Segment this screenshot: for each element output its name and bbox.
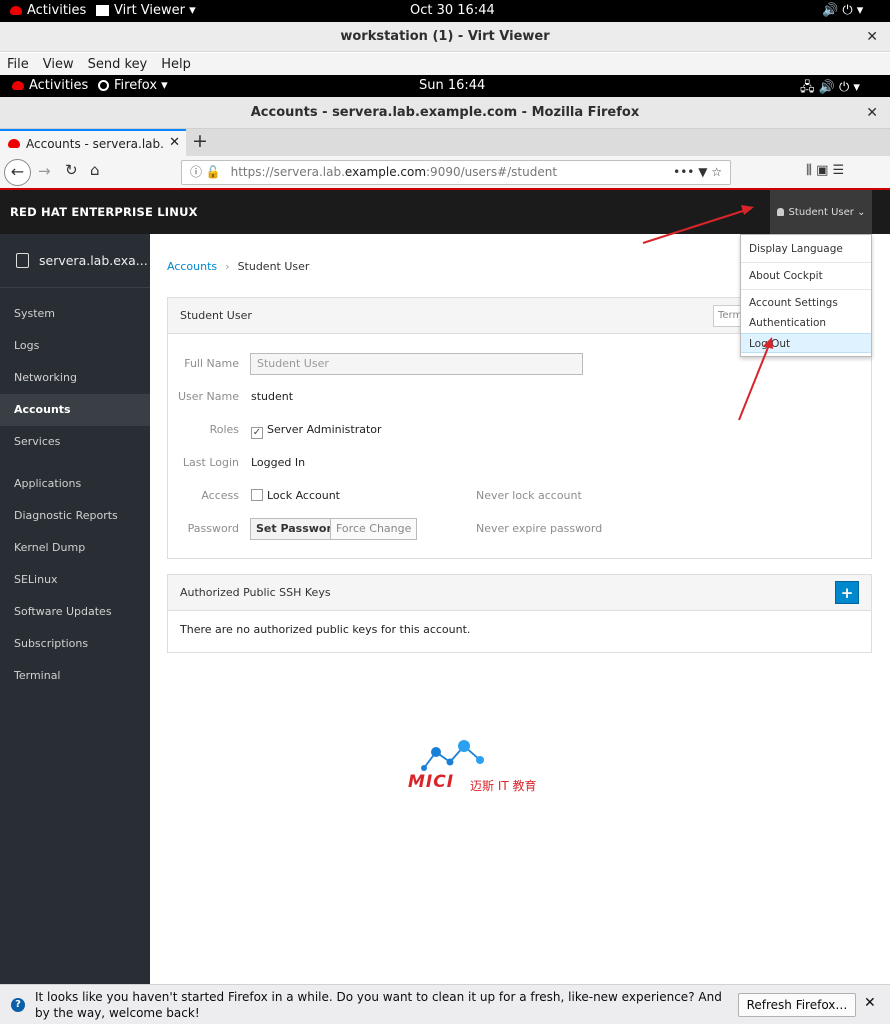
sidebar-item-subscriptions[interactable]: Subscriptions	[0, 628, 150, 660]
logo-chinese: 迈斯 IT 教育	[470, 779, 537, 793]
tab-label: Accounts - servera.lab.example.com	[26, 136, 164, 151]
insecure-lock-icon[interactable]: 🔓	[206, 165, 221, 179]
full-name-input[interactable]: Student User	[250, 353, 583, 375]
question-icon: ?	[11, 998, 25, 1012]
notification-text: It looks like you haven't started Firefo…	[35, 990, 722, 1020]
force-change-button[interactable]: Force Change	[330, 518, 418, 540]
back-arrow-icon[interactable]: ←	[4, 159, 31, 186]
favicon-icon	[8, 139, 20, 148]
inner-clock[interactable]: Sun 16:44	[419, 78, 485, 93]
sidebar-item-kernel-dump[interactable]: Kernel Dump	[0, 532, 150, 564]
redhat-icon	[12, 81, 24, 90]
url-host: example.com	[344, 165, 427, 179]
server-admin-checkbox[interactable]: ✓	[251, 427, 263, 439]
last-login-value: Logged In	[251, 456, 306, 469]
lock-account-checkbox[interactable]	[251, 489, 263, 501]
outer-status-icons[interactable]: 🔊 ⏻ ▾	[822, 3, 863, 18]
outer-top-bar: Activities Virt Viewer ▾ Oct 30 16:44 🔊 …	[0, 0, 890, 22]
inner-app-menu[interactable]: Firefox ▾	[98, 78, 168, 93]
breadcrumb: Accounts › Student User	[167, 260, 309, 273]
toolbar-right-icons[interactable]: ⫼ ▣ ☰	[806, 163, 844, 178]
host-switcher[interactable]: servera.lab.exa...	[0, 234, 150, 288]
user-menu-button[interactable]: Student User ⌄	[770, 190, 872, 234]
outer-app-menu[interactable]: Virt Viewer ▾	[96, 3, 196, 18]
breadcrumb-separator: ›	[225, 260, 230, 273]
roles-row: Roles ✓ Server Administrator	[209, 423, 382, 439]
cockpit-header: RED HAT ENTERPRISE LINUX Student User ⌄	[0, 190, 890, 234]
user-dropdown-menu: Display Language About Cockpit Account S…	[740, 234, 872, 357]
page-actions-icons[interactable]: ••• ▼ ☆	[673, 161, 722, 184]
outer-activities-button[interactable]: Activities	[10, 3, 86, 18]
outer-clock[interactable]: Oct 30 16:44	[410, 3, 495, 18]
sidebar-item-diagnostic-reports[interactable]: Diagnostic Reports	[0, 500, 150, 532]
inner-top-bar: Activities Firefox ▾ Sun 16:44 🖧 🔊 ⏻ ▾	[0, 75, 890, 97]
tab-close-icon[interactable]: ✕	[169, 135, 180, 150]
reload-icon[interactable]: ↻	[65, 161, 78, 179]
redhat-icon	[10, 6, 22, 15]
tab-strip: Accounts - servera.lab.example.com ✕ +	[0, 129, 890, 156]
password-row: Password Set Password Force Change Never…	[168, 518, 868, 540]
forward-arrow-icon[interactable]: →	[38, 162, 51, 180]
navigation-toolbar: ← → ↻ ⌂ ⓘ 🔓 https://servera.lab.example.…	[0, 156, 890, 190]
sidebar-item-services[interactable]: Services	[0, 426, 150, 458]
add-ssh-key-button[interactable]: +	[835, 581, 859, 604]
never-expire-link[interactable]: Never expire password	[476, 518, 602, 540]
sidebar-item-accounts[interactable]: Accounts	[0, 394, 150, 426]
sidebar-item-applications[interactable]: Applications	[0, 468, 150, 500]
menu-display-language[interactable]: Display Language	[741, 239, 871, 259]
sidebar-item-selinux[interactable]: SELinux	[0, 564, 150, 596]
user-icon	[776, 208, 784, 216]
ssh-panel-heading: Authorized Public SSH Keys +	[168, 575, 871, 611]
menu-log-out[interactable]: Log Out	[741, 333, 871, 353]
menu-account-settings[interactable]: Account Settings	[741, 293, 871, 313]
info-icon[interactable]: ⓘ	[190, 165, 202, 179]
last-login-row: Last Login Logged In	[168, 452, 868, 474]
ssh-keys-panel: Authorized Public SSH Keys + There are n…	[167, 574, 872, 653]
menu-send-key[interactable]: Send key	[88, 57, 148, 72]
logo-word: MICI	[408, 772, 455, 792]
window-icon	[96, 5, 109, 16]
refresh-firefox-button[interactable]: Refresh Firefox…	[738, 993, 856, 1017]
menu-authentication[interactable]: Authentication	[741, 313, 871, 333]
sidebar-item-system[interactable]: System	[0, 298, 150, 330]
firefox-notification-bar: ? It looks like you haven't started Fire…	[0, 984, 890, 1024]
mici-logo: MICI 迈斯 IT 教育	[408, 740, 558, 793]
sidebar-item-software-updates[interactable]: Software Updates	[0, 596, 150, 628]
network-nodes-icon	[421, 740, 484, 771]
firefox-close-icon[interactable]: ✕	[866, 97, 878, 129]
access-row: Access Lock Account Never lock account	[168, 485, 868, 507]
virt-viewer-menubar: File View Send key Help	[0, 53, 890, 75]
terminate-session-button[interactable]: Term	[713, 305, 743, 327]
ssh-empty-message: There are no authorized public keys for …	[180, 623, 471, 636]
server-icon	[16, 253, 29, 268]
menu-about-cockpit[interactable]: About Cockpit	[741, 266, 871, 286]
virt-viewer-close-icon[interactable]: ✕	[866, 22, 878, 52]
breadcrumb-accounts-link[interactable]: Accounts	[167, 260, 217, 273]
sidebar-item-networking[interactable]: Networking	[0, 362, 150, 394]
firefox-icon	[98, 80, 109, 91]
menu-help[interactable]: Help	[161, 57, 191, 72]
virt-viewer-titlebar: workstation (1) - Virt Viewer ✕	[0, 22, 890, 52]
sidebar-item-logs[interactable]: Logs	[0, 330, 150, 362]
never-lock-link[interactable]: Never lock account	[476, 485, 582, 507]
virt-viewer-title: workstation (1) - Virt Viewer	[340, 29, 550, 44]
menu-file[interactable]: File	[7, 57, 29, 72]
brand-title: RED HAT ENTERPRISE LINUX	[10, 205, 198, 219]
breadcrumb-current: Student User	[237, 260, 310, 273]
inner-activities-button[interactable]: Activities	[12, 78, 88, 93]
sidebar-item-terminal[interactable]: Terminal	[0, 660, 150, 692]
notification-close-icon[interactable]: ✕	[864, 995, 876, 1011]
url-suffix: :9090/users#/student	[426, 165, 558, 179]
url-bar[interactable]: ⓘ 🔓 https://servera.lab.example.com:9090…	[181, 160, 731, 185]
user-name-value: student	[251, 390, 294, 403]
cockpit-sidebar: servera.lab.exa... System Logs Networkin…	[0, 234, 150, 984]
menu-view[interactable]: View	[43, 57, 74, 72]
firefox-titlebar: Accounts - servera.lab.example.com - Moz…	[0, 97, 890, 129]
new-tab-icon[interactable]: +	[192, 130, 208, 152]
tab-accounts[interactable]: Accounts - servera.lab.example.com ✕	[0, 129, 186, 156]
firefox-window-title: Accounts - servera.lab.example.com - Moz…	[250, 105, 640, 120]
home-icon[interactable]: ⌂	[90, 161, 100, 179]
url-prefix: https://servera.lab.	[230, 165, 345, 179]
user-name-row: User Name student	[168, 386, 868, 408]
